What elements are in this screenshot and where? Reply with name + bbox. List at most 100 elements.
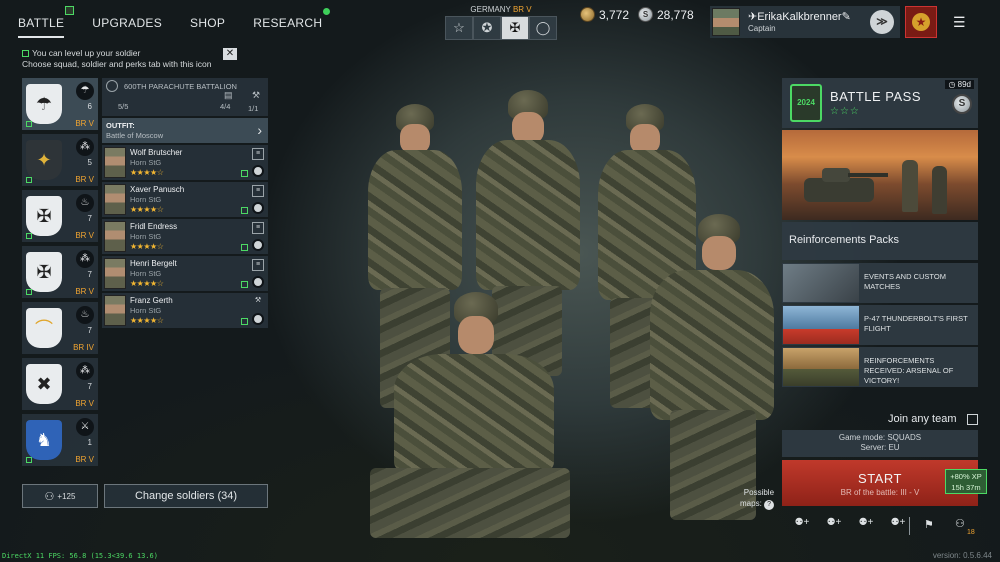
game-mode-text: Game mode: SQUADS [838, 433, 922, 442]
rank-chevron-icon: ≫ [870, 10, 894, 34]
promo-item[interactable]: REINFORCEMENTS RECEIVED: ARSENAL OF VICT… [782, 347, 978, 387]
wrench-icon: ⚒ [254, 297, 262, 304]
rank-icon [106, 80, 118, 92]
gold-currency[interactable]: 3,772 [580, 7, 629, 22]
soldier-row[interactable]: Franz Gerth Horn StG ★★★★☆ ⚒ [102, 293, 268, 328]
upgrade-icon [26, 121, 32, 127]
soldier-weapon: Horn StG [130, 306, 162, 315]
silver-coin-icon: S [952, 94, 972, 114]
squad-card[interactable]: ✠ ♨ 7 BR V [22, 190, 98, 242]
soldier-portrait [104, 258, 126, 289]
eagle-emblem: ✦ [26, 140, 62, 180]
flag-icon[interactable]: ⚑ [924, 518, 934, 531]
battle-pass-logo: 2024 [790, 84, 822, 122]
battalion-capacity: 4/4 [220, 102, 231, 111]
silver-coin-icon: S [638, 7, 653, 22]
squad-br: BR V [75, 455, 94, 464]
army-rank-button[interactable]: ★ [905, 6, 937, 38]
squad-card[interactable]: ⌒ ♨ 7 BR IV [22, 302, 98, 354]
tab-battle[interactable]: BATTLE [18, 6, 75, 38]
possible-maps-line2: maps: [740, 499, 762, 508]
soldier-weapon: Horn StG [130, 269, 162, 278]
main-nav: BATTLE UPGRADES SHOP RESEARCH [18, 6, 331, 38]
close-icon[interactable]: ✕ [223, 48, 237, 60]
menu-icon[interactable]: ☰ [953, 14, 966, 31]
level-up-tip: You can level up your soldier Choose squ… [22, 48, 237, 70]
rank-icon [252, 313, 264, 325]
squad-br: BR V [75, 119, 94, 128]
divider [909, 517, 910, 535]
upgrade-icon [241, 244, 248, 251]
soldier-stars: ★★★★☆ [130, 279, 164, 288]
soldier-weapon: Horn StG [130, 232, 162, 241]
game-mode-panel[interactable]: Game mode: SQUADS Server: EU [782, 430, 978, 457]
join-any-team-checkbox[interactable] [967, 414, 978, 425]
squad-br: BR V [75, 399, 94, 408]
roundel-icon[interactable]: ◯ [529, 16, 557, 40]
recruit-button[interactable]: ⚇ +125 [22, 484, 98, 508]
soldier-stars: ★★★★☆ [130, 168, 164, 177]
possible-maps-line1: Possible [743, 488, 775, 497]
xp-boost-badge: +80% XP 15h 37m [945, 469, 987, 494]
squad-count: 1 [87, 438, 92, 447]
friends-icon[interactable]: ⚇ 18 [955, 517, 975, 536]
tab-upgrades[interactable]: UPGRADES [92, 12, 162, 38]
upgrade-icon [241, 207, 248, 214]
soldier-row[interactable]: Wolf Brutscher Horn StG ★★★★☆ ≡ [102, 145, 268, 180]
squad-icon: ⁂ [76, 362, 94, 380]
invite-player-icon[interactable]: ⚉+ [786, 517, 818, 528]
squad-br: BR V [75, 231, 94, 240]
rank-icon [252, 276, 264, 288]
outfit-value: Battle of Moscow [106, 131, 164, 140]
gold-coin-icon [580, 7, 595, 22]
squad-card[interactable]: ✖ ⁂ 7 BR V [22, 358, 98, 410]
battle-pass-card[interactable]: 2024 BATTLE PASS ☆☆☆ ◷ 89d S [782, 78, 978, 128]
nation-name: GERMANY [470, 5, 511, 14]
version-label: version: 0.5.6.44 [932, 551, 992, 560]
outfit-selector[interactable]: OUTFIT: Battle of Moscow › [102, 118, 268, 143]
star-icon[interactable]: ☆ [445, 16, 473, 40]
change-soldiers-button[interactable]: Change soldiers (34) [104, 484, 268, 508]
soldier-row[interactable]: Fridl Endress Horn StG ★★★★☆ ≡ [102, 219, 268, 254]
soldier-row[interactable]: Xaver Panusch Horn StG ★★★★☆ ≡ [102, 182, 268, 217]
squad-card[interactable]: ♞ ⚔ 1 BR V [22, 414, 98, 466]
invite-player-icon[interactable]: ⚉+ [850, 517, 882, 528]
battalion-header: 600TH PARACHUTE BATTALION 5/5 ▤ 4/4 ⚒ 1/… [102, 78, 268, 116]
promo-banner[interactable] [782, 130, 978, 220]
soldier-row[interactable]: Henri Bergelt Horn StG ★★★★☆ ≡ [102, 256, 268, 291]
tip-line-2: Choose squad, soldier and perks tab with… [22, 59, 212, 69]
possible-maps[interactable]: Possible maps: ? [740, 487, 775, 510]
class-icon: ≡ [252, 148, 264, 160]
promo-item[interactable]: EVENTS AND CUSTOM MATCHES [782, 263, 978, 303]
upgrade-icon [26, 457, 32, 463]
soviet-star-icon[interactable]: ✪ [473, 16, 501, 40]
profile-card[interactable]: ✈ErikaKalkbrenner✎ Captain ≫ [710, 6, 900, 38]
reinforcements-packs[interactable]: Reinforcements Packs [782, 222, 978, 260]
squad-list: ☂ ☂ 6 BR V ✦ ⁂ 5 BR V ✠ ♨ 7 BR V ✠ ⁂ 7 B… [22, 78, 98, 480]
promo-thumbnail [783, 264, 859, 302]
squad-card[interactable]: ✦ ⁂ 5 BR V [22, 134, 98, 186]
squad-br: BR IV [73, 343, 94, 352]
silver-currency[interactable]: S 28,778 [638, 7, 694, 22]
recruit-count: +125 [57, 491, 76, 501]
soldier-portrait [104, 295, 126, 326]
promo-item[interactable]: P-47 THUNDERBOLT'S FIRST FLIGHT [782, 305, 978, 345]
squad-card[interactable]: ☂ ☂ 6 BR V [22, 78, 98, 130]
upgrade-icon [26, 289, 32, 295]
friends-count: 18 [967, 529, 975, 536]
profile-rank: Captain [748, 24, 776, 33]
iron-cross-icon[interactable]: ✠ [501, 16, 529, 40]
promo-text: REINFORCEMENTS RECEIVED: ARSENAL OF VICT… [864, 356, 954, 385]
tab-research[interactable]: RESEARCH [253, 8, 331, 38]
squad-count: 7 [87, 382, 92, 391]
soldier-figure [370, 290, 570, 560]
tab-shop[interactable]: SHOP [190, 12, 225, 38]
soldier-figure [932, 166, 947, 214]
squad-br: BR V [75, 287, 94, 296]
battalion-name: 600TH PARACHUTE BATTALION [124, 82, 237, 91]
invite-player-icon[interactable]: ⚉+ [818, 517, 850, 528]
tab-battle-label: BATTLE [18, 16, 65, 30]
squad-card[interactable]: ✠ ⁂ 7 BR V [22, 246, 98, 298]
promo-text: EVENTS AND CUSTOM MATCHES [864, 272, 946, 291]
squad-count: 7 [87, 214, 92, 223]
